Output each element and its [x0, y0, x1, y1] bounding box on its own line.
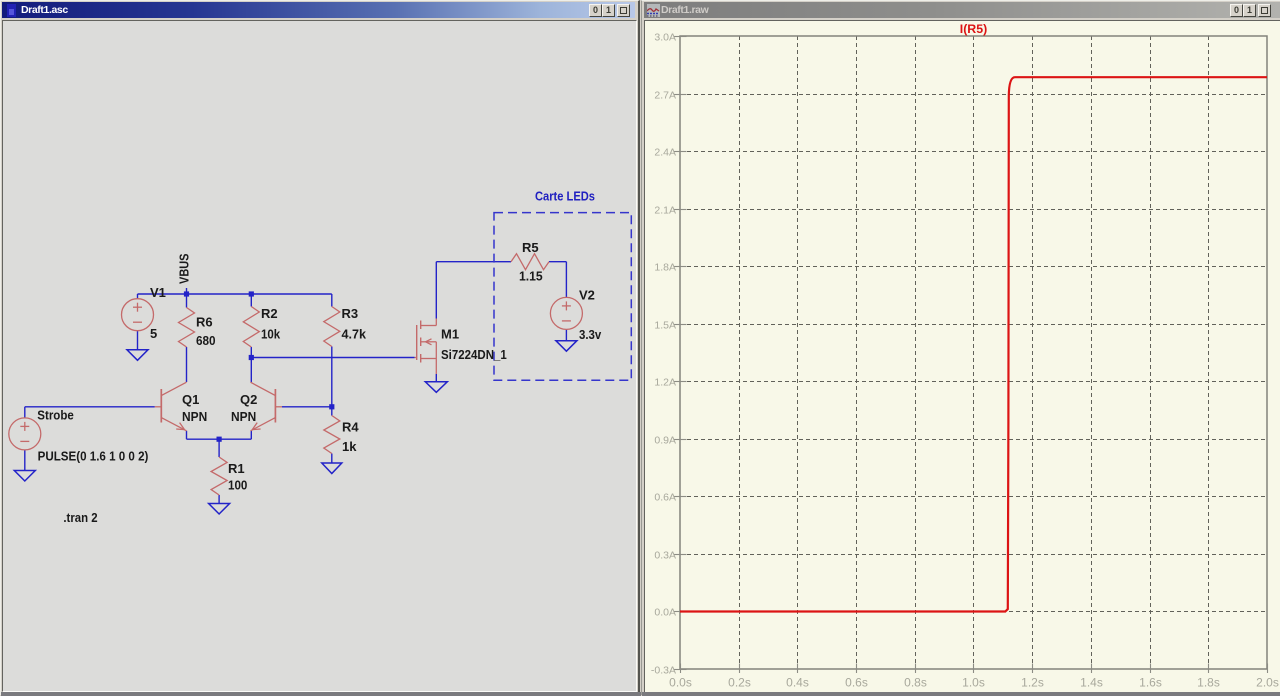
- svg-text:1.0s: 1.0s: [962, 676, 985, 690]
- svg-text:Carte LEDs: Carte LEDs: [535, 190, 595, 204]
- svg-text:1.4s: 1.4s: [1080, 676, 1103, 690]
- svg-text:0.9A: 0.9A: [654, 434, 676, 446]
- svg-text:0.2s: 0.2s: [728, 676, 751, 690]
- svg-text:0.0A: 0.0A: [654, 606, 676, 618]
- svg-text:1.2s: 1.2s: [1021, 676, 1044, 690]
- svg-text:R3: R3: [342, 306, 359, 321]
- svg-text:V2: V2: [579, 288, 595, 303]
- svg-text:2.7A: 2.7A: [654, 89, 676, 101]
- svg-text:1.8A: 1.8A: [654, 261, 676, 273]
- svg-text:Q1: Q1: [182, 392, 199, 407]
- svg-text:PULSE(0 1.6 1 0 0 2): PULSE(0 1.6 1 0 0 2): [38, 448, 149, 463]
- svg-text:1.6s: 1.6s: [1139, 676, 1162, 690]
- svg-text:R6: R6: [196, 315, 213, 330]
- svg-text:Si7224DN_1: Si7224DN_1: [441, 347, 507, 362]
- svg-text:0.6A: 0.6A: [654, 491, 676, 503]
- svg-text:Strobe: Strobe: [37, 407, 74, 422]
- svg-text:10k: 10k: [261, 327, 281, 342]
- svg-text:.tran 2: .tran 2: [63, 510, 97, 525]
- svg-text:0.8s: 0.8s: [904, 676, 927, 690]
- svg-text:NPN: NPN: [231, 409, 256, 424]
- svg-text:2.0s: 2.0s: [1256, 676, 1279, 690]
- svg-text:I(R5): I(R5): [960, 22, 988, 36]
- svg-text:1.2A: 1.2A: [654, 376, 676, 388]
- svg-text:VBUS: VBUS: [177, 253, 192, 284]
- svg-text:1.8s: 1.8s: [1197, 676, 1220, 690]
- svg-text:M1: M1: [441, 326, 459, 341]
- svg-text:2.4A: 2.4A: [654, 146, 676, 158]
- svg-text:100: 100: [228, 478, 247, 493]
- svg-text:0.6s: 0.6s: [845, 676, 868, 690]
- svg-text:3.3v: 3.3v: [579, 327, 602, 342]
- svg-text:-0.3A: -0.3A: [651, 664, 676, 676]
- svg-text:Q2: Q2: [240, 392, 257, 407]
- svg-text:3.0A: 3.0A: [654, 31, 676, 43]
- svg-text:1.15: 1.15: [519, 269, 543, 284]
- svg-text:0.4s: 0.4s: [786, 676, 809, 690]
- svg-text:5: 5: [150, 326, 157, 341]
- svg-text:V1: V1: [150, 285, 166, 300]
- svg-text:1.5A: 1.5A: [654, 319, 676, 331]
- svg-text:0.0s: 0.0s: [669, 676, 692, 690]
- svg-text:R4: R4: [342, 420, 359, 435]
- svg-text:680: 680: [196, 333, 216, 348]
- svg-text:4.7k: 4.7k: [342, 327, 367, 342]
- svg-text:NPN: NPN: [182, 409, 207, 424]
- svg-text:1k: 1k: [342, 439, 357, 454]
- svg-text:R2: R2: [261, 306, 278, 321]
- svg-text:R5: R5: [522, 240, 539, 255]
- svg-text:R1: R1: [228, 461, 245, 476]
- svg-text:2.1A: 2.1A: [654, 204, 676, 216]
- svg-text:0.3A: 0.3A: [654, 549, 676, 561]
